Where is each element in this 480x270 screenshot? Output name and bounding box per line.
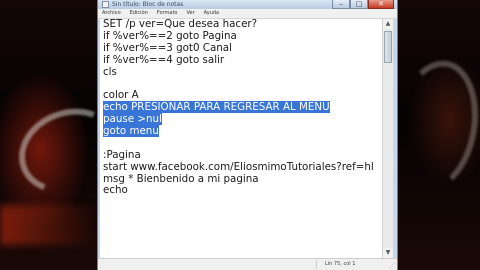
cursor-position: Lín 75, col 1 bbox=[316, 260, 375, 269]
editor-line-text: if %ver%==4 goto salir bbox=[103, 53, 225, 66]
editor-line-text: goto menu bbox=[103, 125, 159, 138]
editor-line: echo bbox=[103, 185, 385, 197]
editor-line-text: start www.facebook.com/EliosmimoTutorial… bbox=[103, 160, 374, 173]
editor-line: cls bbox=[103, 65, 385, 79]
menu-format[interactable]: Formato bbox=[153, 9, 183, 18]
editor-line-text: msg * Bienbenido a mi pagina bbox=[103, 172, 259, 185]
editor-line-text: pause >nul bbox=[103, 113, 162, 126]
close-button[interactable]: ✕ bbox=[368, 0, 394, 9]
editor-line-text: color A bbox=[103, 89, 139, 102]
menu-file[interactable]: Archivo bbox=[98, 9, 126, 18]
menu-view[interactable]: Ver bbox=[182, 9, 199, 18]
editor-line: msg * Bienbenido a mi pagina bbox=[103, 172, 385, 186]
editor-line-text: if %ver%==3 got0 Canal bbox=[103, 41, 232, 54]
menu-help[interactable]: Ayuda bbox=[200, 9, 224, 18]
window-controls: – □ ✕ bbox=[332, 0, 394, 9]
editor-line: if %ver%==4 goto salir bbox=[103, 53, 385, 67]
editor-line-text: :Pagina bbox=[103, 148, 141, 161]
text-editor[interactable]: SET /p ver=Que desea hacer? if %ver%==2 g… bbox=[100, 19, 385, 258]
window-title: Sin título: Bloc de notas bbox=[112, 1, 184, 8]
editor-line-text: cls bbox=[103, 65, 117, 78]
notepad-window: Sin título: Bloc de notas – □ ✕ Archivo … bbox=[97, 0, 398, 270]
editor-line-text: SET /p ver=Que desea hacer? bbox=[103, 19, 258, 30]
title-bar[interactable]: Sin título: Bloc de notas – □ ✕ bbox=[98, 0, 397, 9]
scroll-up-icon[interactable]: ▲ bbox=[383, 19, 393, 29]
minimize-button[interactable]: – bbox=[332, 0, 350, 9]
menu-bar: Archivo Edición Formato Ver Ayuda bbox=[98, 9, 397, 19]
scroll-thumb[interactable] bbox=[384, 31, 392, 63]
wallpaper-streak bbox=[0, 205, 100, 245]
editor-line: goto menu bbox=[103, 125, 385, 138]
scroll-down-icon[interactable]: ▼ bbox=[383, 248, 393, 258]
maximize-button[interactable]: □ bbox=[350, 0, 368, 9]
editor-line-text: echo bbox=[103, 184, 128, 197]
wallpaper-ring-right bbox=[384, 53, 480, 199]
status-bar: Lín 75, col 1 ⋰ bbox=[98, 258, 397, 270]
vertical-scrollbar[interactable]: ▲ ▼ bbox=[382, 19, 393, 258]
editor-line-text: echo PRESIONAR PARA REGRESAR AL MENU bbox=[103, 101, 330, 114]
notepad-icon bbox=[102, 1, 109, 8]
resize-grip-icon[interactable]: ⋰ bbox=[389, 262, 395, 269]
menu-edit[interactable]: Edición bbox=[126, 9, 153, 18]
editor-line-text: if %ver%==2 goto Pagina bbox=[103, 29, 237, 42]
